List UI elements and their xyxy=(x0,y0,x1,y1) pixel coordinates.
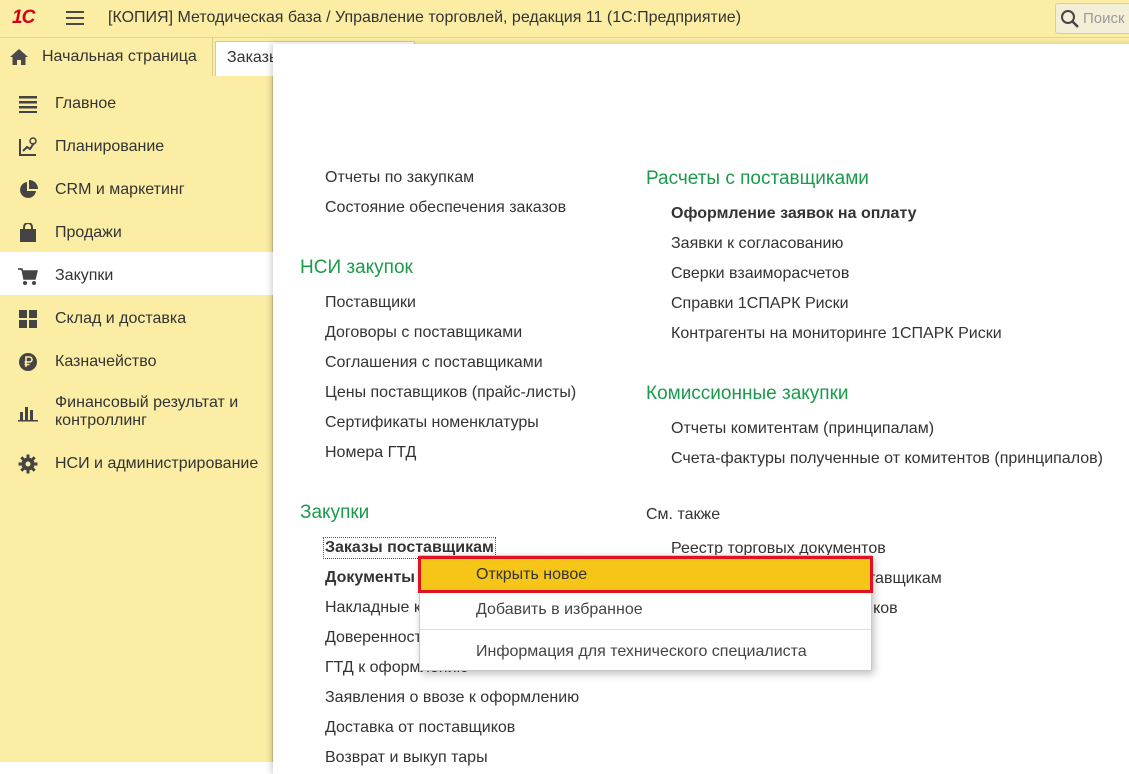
link-consignor-invoices[interactable]: Счета-фактуры полученные от комитентов (… xyxy=(671,450,1103,468)
sidebar-item-warehouse[interactable]: Склад и доставка xyxy=(0,295,273,338)
main-menu-icon[interactable] xyxy=(66,10,86,26)
search-input[interactable]: Поиск xyxy=(1055,3,1129,34)
link-documents[interactable]: Документы xyxy=(325,569,415,587)
tab-home[interactable]: Начальная страница xyxy=(0,38,213,76)
link-powers-of-attorney[interactable]: Доверенност xyxy=(325,629,422,647)
link-payment-requests[interactable]: Оформление заявок на оплату xyxy=(671,205,917,223)
link-invoices[interactable]: Накладные к xyxy=(325,599,421,617)
bar-chart-icon xyxy=(18,407,38,422)
link-requests-approval[interactable]: Заявки к согласованию xyxy=(671,235,843,253)
menu-item-label: Открыть новое xyxy=(476,566,588,583)
menu-item-label: Информация для технического специалиста xyxy=(476,643,807,660)
link-supplier-contracts[interactable]: Договоры с поставщиками xyxy=(325,324,522,342)
context-menu: Открыть новое Добавить в избранное Инфор… xyxy=(418,555,873,671)
link-supplier-delivery[interactable]: Доставка от поставщиков xyxy=(325,719,515,737)
home-icon xyxy=(10,49,28,65)
cart-icon xyxy=(18,268,38,285)
sidebar-item-admin[interactable]: НСИ и администрирование xyxy=(0,440,273,483)
link-supplier-agreements[interactable]: Соглашения с поставщиками xyxy=(325,354,543,372)
link-spark-reports[interactable]: Справки 1СПАРК Риски xyxy=(671,295,849,313)
link-gtd-numbers[interactable]: Номера ГТД xyxy=(325,444,416,462)
link-supplier-prices[interactable]: Цены поставщиков (прайс-листы) xyxy=(325,384,576,402)
menu-item-open-new[interactable]: Открыть новое xyxy=(418,556,873,593)
sidebar-item-finance[interactable]: Финансовый результат и контроллинг xyxy=(0,381,273,443)
window-title: [КОПИЯ] Методическая база / Управление т… xyxy=(108,9,742,26)
planning-icon xyxy=(19,137,37,156)
sidebar-item-purchases[interactable]: Закупки xyxy=(0,252,273,295)
section-title-commission: Комиссионные закупки xyxy=(646,383,849,404)
sidebar-item-main[interactable]: Главное xyxy=(0,80,273,123)
pie-chart-icon xyxy=(20,180,38,198)
sidebar-item-label: Продажи xyxy=(55,224,122,241)
section-title-nsi: НСИ закупок xyxy=(300,257,413,278)
link-item-certificates[interactable]: Сертификаты номенклатуры xyxy=(325,414,539,432)
gear-icon xyxy=(18,454,38,474)
link-spark-monitoring[interactable]: Контрагенты на мониторинге 1СПАРК Риски xyxy=(671,325,1002,343)
menu-item-label: Добавить в избранное xyxy=(476,601,643,618)
sidebar-item-label: Склад и доставка xyxy=(55,310,187,327)
title-bar: 1С [КОПИЯ] Методическая база / Управлени… xyxy=(0,0,1129,38)
link-purchase-reports[interactable]: Отчеты по закупкам xyxy=(325,169,474,187)
search-icon xyxy=(1061,10,1079,28)
search-placeholder: Поиск xyxy=(1083,10,1125,27)
link-consignor-reports[interactable]: Отчеты комитентам (принципалам) xyxy=(671,420,934,438)
sidebar-item-label: Закупки xyxy=(55,267,114,284)
menu-item-tech-info[interactable]: Информация для технического специалиста xyxy=(420,635,871,669)
link-reconciliations[interactable]: Сверки взаиморасчетов xyxy=(671,265,849,283)
link-order-supply-state[interactable]: Состояние обеспечения заказов xyxy=(325,199,566,217)
section-title-settlements: Расчеты с поставщиками xyxy=(646,168,869,189)
app-logo: 1С xyxy=(12,7,35,28)
menu-separator xyxy=(420,629,871,630)
link-import-applications[interactable]: Заявления о ввозе к оформлению xyxy=(325,689,579,707)
section-title-purchases: Закупки xyxy=(300,502,370,523)
sidebar-item-label: Планирование xyxy=(55,138,165,155)
sidebar-item-planning[interactable]: Планирование xyxy=(0,123,273,166)
link-suppliers[interactable]: Поставщики xyxy=(325,294,416,312)
sidebar-item-label: Главное xyxy=(55,95,117,112)
shopping-bag-icon xyxy=(20,223,36,242)
menu-item-add-favorites[interactable]: Добавить в избранное xyxy=(420,593,871,627)
ruble-coin-icon xyxy=(19,353,37,371)
menu-lines-icon xyxy=(19,96,37,113)
tab-home-label: Начальная страница xyxy=(42,48,197,65)
warehouse-grid-icon xyxy=(19,310,37,328)
sidebar-item-label: Казначейство xyxy=(55,353,157,370)
sidebar-item-treasury[interactable]: Казначейство xyxy=(0,338,273,381)
see-also-label: См. также xyxy=(646,506,721,523)
sidebar-item-label: CRM и маркетинг xyxy=(55,181,185,198)
sidebar-item-sales[interactable]: Продажи xyxy=(0,209,273,252)
link-tare-return[interactable]: Возврат и выкуп тары xyxy=(325,749,488,767)
sidebar-item-label: НСИ и администрирование xyxy=(55,455,259,472)
sidebar-item-label: Финансовый результат и контроллинг xyxy=(55,394,239,429)
sidebar-item-crm[interactable]: CRM и маркетинг xyxy=(0,166,273,209)
sidebar: Главное Планирование CRM и маркетинг Про… xyxy=(0,76,273,762)
